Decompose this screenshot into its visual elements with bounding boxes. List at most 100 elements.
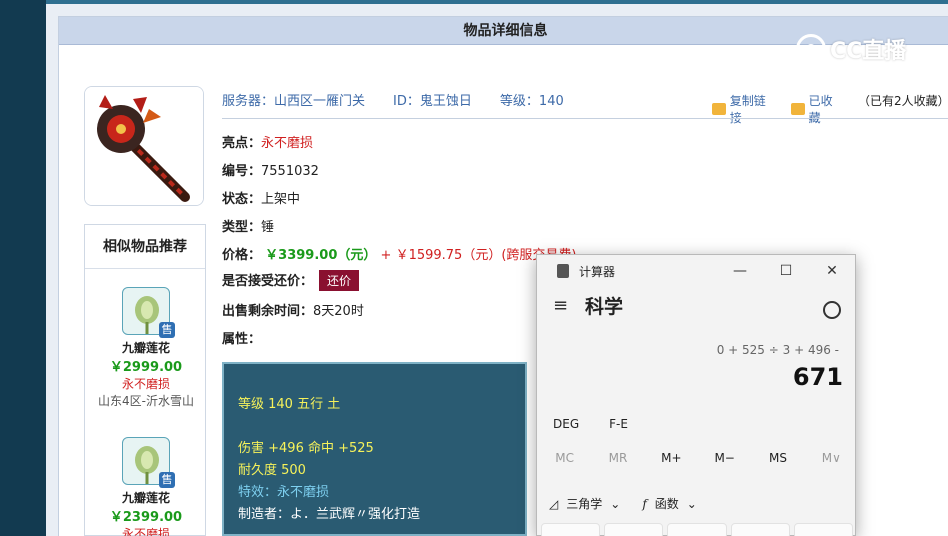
similar-items-title: 相似物品推荐 xyxy=(85,225,205,269)
memory-dropdown-button[interactable]: M∨ xyxy=(806,451,857,465)
offer-label: 是否接受还价： xyxy=(222,274,314,289)
chevron-down-icon: ⌄ xyxy=(610,496,621,511)
copy-link-label: 复制链接 xyxy=(729,94,766,125)
m-plus-button[interactable]: M+ xyxy=(646,451,697,465)
status-value: 上架中 xyxy=(261,192,301,207)
time-row: 出售剩余时间：8天20时 xyxy=(222,300,364,319)
price-label: 价格： xyxy=(222,248,262,263)
calc-key[interactable] xyxy=(541,523,601,536)
item-actions: 复制链接 已收藏 （已有2人收藏） xyxy=(712,92,948,126)
id-info: ID：鬼王蚀日 xyxy=(393,90,472,110)
item-header-info: 服务器：山西区一雁门关 ID：鬼王蚀日 等级：140 xyxy=(222,90,564,110)
similar-item[interactable]: 售 九瓣莲花 ￥2399.00 永不磨损 xyxy=(85,437,207,536)
calc-key[interactable] xyxy=(730,523,790,536)
header-divider xyxy=(222,118,948,119)
number-label: 编号： xyxy=(222,164,262,179)
server-value: 山西区一雁门关 xyxy=(274,94,366,109)
attr-row: 属性： xyxy=(222,328,261,347)
func-label: 函数 xyxy=(654,497,679,511)
status-row: 状态：上架中 xyxy=(222,188,300,207)
fe-button[interactable]: F-E xyxy=(609,417,628,431)
window-controls: — ☐ ✕ xyxy=(717,255,855,287)
angle-row: DEG F-E xyxy=(553,417,628,431)
calc-key[interactable] xyxy=(667,523,727,536)
cc-live-logo: CC直播 xyxy=(796,32,926,66)
attributes-box: 等级 140 五行 土 伤害 +496 命中 +525 耐久度 500 特效：永… xyxy=(222,362,527,536)
level-label: 等级： xyxy=(499,94,539,109)
calculator-mode: 科学 xyxy=(585,295,624,318)
lotus-icon[interactable]: 售 xyxy=(122,287,175,338)
id-label: ID： xyxy=(393,94,420,109)
price-row: 价格： ￥3399.00（元） + ￥1599.75（元）(跨服交易费) xyxy=(222,244,576,263)
hammer-icon xyxy=(85,87,203,205)
lotus-icon[interactable]: 售 xyxy=(122,437,175,488)
type-row: 类型：锤 xyxy=(222,216,274,235)
calculator-app-icon xyxy=(557,264,569,278)
type-value: 锤 xyxy=(261,220,275,235)
attr-line-maker: 制造者：よ．兰武辉〃强化打造 xyxy=(238,507,421,522)
calculator-title: 计算器 xyxy=(579,264,616,279)
number-value: 7551032 xyxy=(261,164,319,179)
offer-row: 是否接受还价： 还价 xyxy=(222,270,360,291)
chevron-down-icon: ⌄ xyxy=(686,496,697,511)
calculator-expression: 0 + 525 ÷ 3 + 496 - xyxy=(716,343,839,357)
ms-button[interactable]: MS xyxy=(752,451,803,465)
highlight-label: 亮点： xyxy=(222,136,262,151)
level-value: 140 xyxy=(538,94,564,109)
m-minus-button[interactable]: M− xyxy=(699,451,750,465)
favorite-label: 已收藏 xyxy=(808,94,833,125)
cc-logo-icon xyxy=(796,34,826,64)
maximize-button[interactable]: ☐ xyxy=(763,255,809,287)
triangle-ruler-icon: ◿ xyxy=(549,496,559,511)
type-label: 类型： xyxy=(222,220,262,235)
func-dropdown[interactable]: f 函数 ⌄ xyxy=(642,495,697,512)
calculator-mode-bar: ≡ 科学 xyxy=(537,287,855,323)
server-label: 服务器： xyxy=(222,94,275,109)
attr-line-durability: 耐久度 500 xyxy=(238,463,306,478)
highlight-row: 亮点：永不磨损 xyxy=(222,132,313,151)
similar-item-price: ￥2999.00 xyxy=(109,360,183,375)
close-button[interactable]: ✕ xyxy=(809,255,855,287)
offer-button[interactable]: 还价 xyxy=(319,270,360,291)
price-main: ￥3399.00（元） xyxy=(265,248,377,263)
calculator-window[interactable]: 计算器 — ☐ ✕ ≡ 科学 0 + 525 ÷ 3 + 496 - 671 D… xyxy=(536,254,856,536)
id-value: 鬼王蚀日 xyxy=(419,94,472,109)
favorite-button[interactable]: 已收藏 xyxy=(790,92,844,126)
keypad-top-row xyxy=(541,523,854,536)
attr-spacer xyxy=(238,416,525,438)
similar-item-price: ￥2399.00 xyxy=(109,510,183,525)
similar-item-name[interactable]: 九瓣莲花 xyxy=(85,489,207,506)
deg-button[interactable]: DEG xyxy=(553,417,579,431)
function-icon: f xyxy=(642,496,647,511)
trig-dropdown[interactable]: ◿ 三角学 ⌄ xyxy=(549,495,620,512)
similar-item-name[interactable]: 九瓣莲花 xyxy=(85,339,207,356)
menu-icon[interactable]: ≡ xyxy=(553,295,569,316)
memory-row: MC MR M+ M− MS M∨ xyxy=(537,451,857,465)
left-strip xyxy=(0,0,46,536)
calculator-result: 671 xyxy=(792,363,843,391)
calc-key[interactable] xyxy=(793,523,854,536)
item-thumbnail[interactable] xyxy=(84,86,204,206)
attr-line-damage: 伤害 +496 命中 +525 xyxy=(238,441,374,456)
similar-item-tag: 永不磨损 xyxy=(121,377,170,391)
level-info: 等级：140 xyxy=(500,90,564,110)
function-row: ◿ 三角学 ⌄ f 函数 ⌄ xyxy=(549,495,697,512)
favorite-count: （已有2人收藏） xyxy=(857,94,948,108)
calc-key[interactable] xyxy=(604,523,664,536)
minimize-button[interactable]: — xyxy=(717,255,763,287)
similar-item[interactable]: 售 九瓣莲花 ￥2999.00 永不磨损 山东4区-沂水雪山 xyxy=(85,287,207,409)
mr-button[interactable]: MR xyxy=(592,451,643,465)
copy-link-button[interactable]: 复制链接 xyxy=(712,92,777,126)
attr-label: 属性： xyxy=(222,332,262,347)
sell-badge: 售 xyxy=(159,472,175,488)
server-info: 服务器：山西区一雁门关 xyxy=(222,90,365,110)
sell-badge: 售 xyxy=(159,322,175,338)
time-label: 出售剩余时间： xyxy=(222,304,314,319)
highlight-value: 永不磨损 xyxy=(261,136,314,151)
attr-line-effect: 特效：永不磨损 xyxy=(238,485,330,500)
status-label: 状态： xyxy=(222,192,262,207)
similar-item-server: 山东4区-沂水雪山 xyxy=(98,394,194,408)
history-icon[interactable] xyxy=(823,301,841,319)
mc-button[interactable]: MC xyxy=(539,451,590,465)
similar-item-tag: 永不磨损 xyxy=(121,527,170,536)
